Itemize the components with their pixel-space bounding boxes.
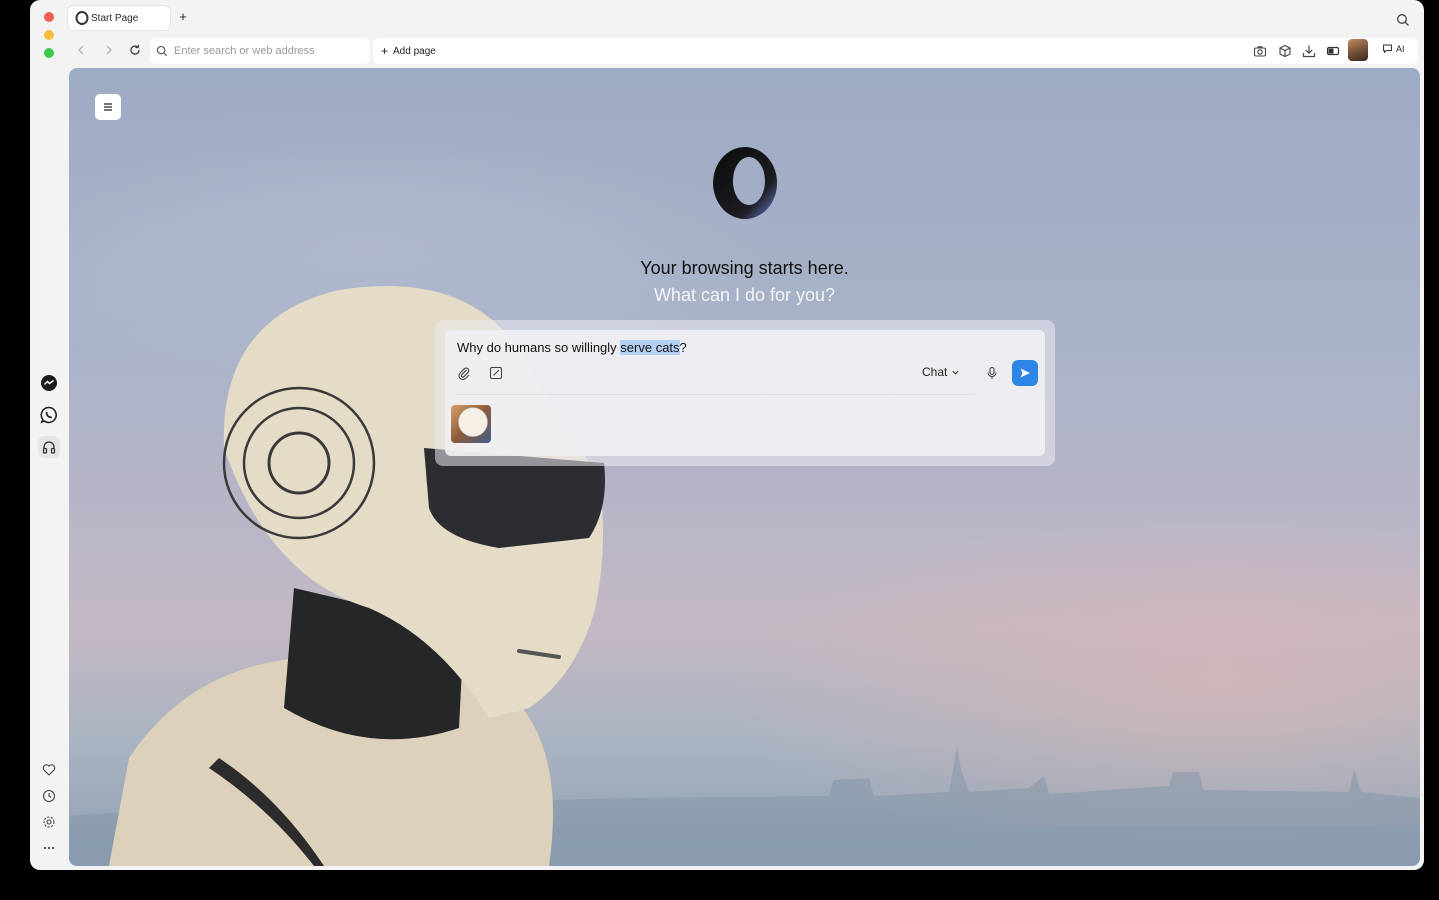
query-prefix: Why do humans so willingly xyxy=(457,340,621,355)
chat-bubble-icon xyxy=(1383,44,1392,54)
sidebar-item-more[interactable] xyxy=(38,837,60,859)
music-player-icon xyxy=(42,441,56,454)
query-suffix: ? xyxy=(679,340,687,355)
new-tab-button[interactable]: + xyxy=(176,9,190,25)
search-icon xyxy=(156,45,168,57)
plus-icon: + xyxy=(381,44,389,58)
chat-divider xyxy=(455,394,975,395)
sidebar-item-music-player[interactable] xyxy=(38,436,60,458)
address-bar[interactable] xyxy=(150,38,370,64)
compose-icon[interactable] xyxy=(489,366,503,380)
camera-icon[interactable] xyxy=(1253,44,1267,58)
microphone-icon[interactable] xyxy=(985,366,999,380)
start-page-menu-button[interactable] xyxy=(95,94,121,120)
minimize-window-button[interactable] xyxy=(44,30,54,40)
hamburger-menu-icon xyxy=(104,103,112,111)
battery-saver-icon[interactable] xyxy=(1326,44,1340,58)
messenger-icon xyxy=(41,375,57,391)
send-button[interactable] xyxy=(1012,360,1038,386)
chat-mode-label: Chat xyxy=(922,365,948,379)
sidebar-item-favorites[interactable] xyxy=(38,759,60,781)
attached-cat-image[interactable] xyxy=(451,405,491,443)
reload-icon[interactable] xyxy=(128,43,142,57)
tab-title: Start Page xyxy=(91,12,139,24)
sidebar-item-settings[interactable] xyxy=(38,811,60,833)
cube-icon[interactable] xyxy=(1278,44,1292,58)
ai-button[interactable]: AI xyxy=(1382,43,1405,54)
query-selected-text: serve cats xyxy=(620,340,680,355)
tab-start-page[interactable]: Start Page xyxy=(68,6,170,30)
start-page-headline: Your browsing starts here. xyxy=(640,258,849,278)
close-window-button[interactable] xyxy=(44,12,54,22)
send-icon xyxy=(1020,368,1030,378)
chat-mode-dropdown[interactable]: Chat xyxy=(922,365,960,379)
heart-icon xyxy=(42,764,56,776)
add-page-label: Add page xyxy=(393,45,436,57)
tab-search-icon[interactable] xyxy=(1396,13,1410,27)
more-icon xyxy=(43,846,55,850)
history-icon xyxy=(42,789,56,803)
chat-query-text[interactable]: Why do humans so willingly serve cats? xyxy=(457,340,687,355)
chevron-down-icon xyxy=(952,370,959,375)
settings-icon xyxy=(43,816,55,828)
start-page: Your browsing starts here. What can I do… xyxy=(69,68,1420,866)
ai-label: AI xyxy=(1396,43,1405,54)
start-page-subline: What can I do for you? xyxy=(653,285,836,305)
maximize-window-button[interactable] xyxy=(44,48,54,58)
opera-logo-icon xyxy=(75,11,89,25)
avatar[interactable] xyxy=(1348,39,1368,61)
sidebar-item-whatsapp[interactable] xyxy=(38,404,60,426)
back-icon[interactable] xyxy=(74,43,88,57)
whatsapp-icon xyxy=(40,406,57,424)
download-icon[interactable] xyxy=(1302,44,1316,58)
forward-icon[interactable] xyxy=(102,43,116,57)
opera-logo-icon xyxy=(713,147,778,219)
sidebar-item-messenger[interactable] xyxy=(38,372,60,394)
browser-window: Start Page + + Add page xyxy=(30,0,1424,870)
address-input[interactable] xyxy=(172,44,366,58)
ai-chat-box[interactable]: Why do humans so willingly serve cats? C… xyxy=(445,330,1045,456)
sidebar-item-history[interactable] xyxy=(38,785,60,807)
attach-icon[interactable] xyxy=(457,366,471,380)
